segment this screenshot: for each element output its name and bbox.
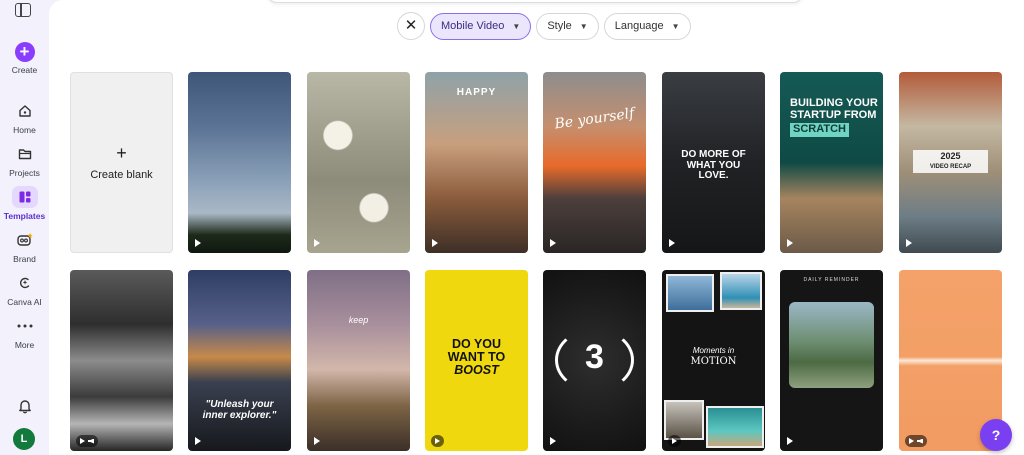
template-card[interactable] (188, 72, 291, 253)
templates-icon (11, 186, 38, 208)
chevron-down-icon: ▼ (671, 21, 680, 31)
notifications-button[interactable] (0, 395, 49, 420)
play-icon (432, 238, 442, 247)
plus-icon: + (116, 142, 127, 163)
play-icon (435, 438, 440, 444)
play-icon (550, 238, 560, 247)
play-mute-badge (905, 435, 927, 447)
sidebar-item-projects[interactable]: Projects (0, 143, 49, 178)
sidebar-item-more[interactable]: More (0, 315, 49, 350)
more-dots-icon (14, 315, 36, 337)
sidebar-item-canva-ai[interactable]: Canva AI (0, 272, 49, 307)
sidebar-toggle-icon[interactable] (15, 3, 31, 17)
play-icon (909, 438, 914, 444)
chevron-down-icon: ▼ (512, 21, 521, 31)
photo-frame (720, 272, 762, 310)
play-icon (195, 436, 205, 445)
template-card[interactable] (307, 72, 410, 253)
photo-frame (664, 400, 704, 440)
brand-icon (14, 229, 36, 251)
plus-icon: + (14, 42, 35, 62)
filter-chip-language[interactable]: Language ▼ (603, 12, 691, 40)
help-button[interactable]: ? (980, 419, 1012, 451)
filter-bar: ✕ Mobile Video ▼ Style ▼ Language ▼ (397, 12, 691, 40)
bell-icon (14, 395, 36, 417)
template-card[interactable]: Moments in MOTION (662, 270, 765, 451)
template-card[interactable]: DO MORE OF WHAT YOU LOVE. (662, 72, 765, 253)
play-icon (787, 436, 797, 445)
play-icon (550, 436, 560, 445)
filter-chip-mobile-video[interactable]: Mobile Video ▼ (430, 12, 532, 40)
chevron-down-icon: ▼ (579, 21, 588, 31)
avatar[interactable]: L (13, 428, 35, 450)
template-card[interactable]: keep (307, 270, 410, 451)
template-card[interactable]: HAPPY (425, 72, 528, 253)
sidebar-item-templates[interactable]: Templates (0, 186, 49, 221)
reminder-photo (789, 302, 874, 388)
folder-icon (14, 143, 36, 165)
play-icon (314, 238, 324, 247)
play-icon (787, 238, 797, 247)
template-card[interactable]: BUILDING YOUR STARTUP FROM SCRATCH (780, 72, 883, 253)
play-badge (668, 435, 681, 447)
play-icon (80, 438, 85, 444)
search-bar[interactable] (267, 0, 803, 3)
template-card[interactable]: Be yourself (543, 72, 646, 253)
home-icon (14, 100, 36, 122)
template-card[interactable]: "Unleash your inner explorer." (188, 270, 291, 451)
close-icon: ✕ (404, 17, 418, 34)
template-card[interactable]: DAILY REMINDER (780, 270, 883, 451)
filter-chip-style[interactable]: Style ▼ (536, 12, 599, 40)
play-icon (906, 238, 916, 247)
template-card[interactable] (70, 270, 173, 451)
create-button[interactable]: + Create (0, 42, 49, 75)
create-blank-card[interactable]: + Create blank (70, 72, 173, 253)
template-card[interactable]: DO YOU WANT TO BOOST (425, 270, 528, 451)
volume-icon (88, 438, 94, 444)
template-card[interactable]: 3 (543, 270, 646, 451)
volume-icon (917, 438, 923, 444)
sidebar: + Create Home Projects Templates Brand C… (0, 0, 49, 455)
photo-frame (666, 274, 714, 312)
clear-filters-button[interactable]: ✕ (397, 12, 425, 40)
photo-frame (706, 406, 764, 448)
play-icon (314, 436, 324, 445)
canva-ai-icon (14, 272, 36, 294)
sidebar-item-home[interactable]: Home (0, 100, 49, 135)
play-icon (672, 438, 677, 444)
play-icon (195, 238, 205, 247)
play-badge (431, 435, 444, 447)
template-card[interactable]: 2025 VIDEO RECAP (899, 72, 1002, 253)
play-mute-badge (76, 435, 98, 447)
play-icon (669, 238, 679, 247)
main-content: ✕ Mobile Video ▼ Style ▼ Language ▼ + Creat… (49, 0, 1024, 455)
sidebar-item-brand[interactable]: Brand (0, 229, 49, 264)
